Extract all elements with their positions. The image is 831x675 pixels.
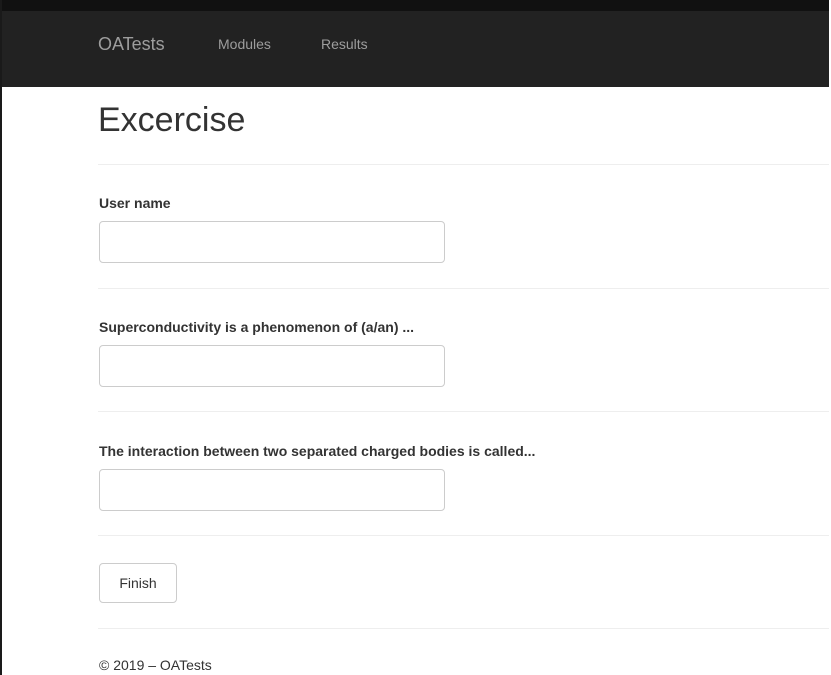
question-2-answer-input[interactable] — [99, 469, 445, 511]
question-1-answer-input[interactable] — [99, 345, 445, 387]
footer-copyright: © 2019 – OATests — [99, 657, 212, 673]
divider — [98, 288, 829, 289]
finish-button[interactable]: Finish — [99, 563, 177, 603]
navbar-brand-link[interactable]: OATests — [98, 32, 165, 56]
navbar: OATests Modules Results — [2, 0, 829, 87]
nav-link-modules[interactable]: Modules — [218, 35, 271, 53]
divider — [98, 164, 829, 165]
user-name-label: User name — [99, 195, 171, 211]
user-name-input[interactable] — [99, 221, 445, 263]
page-title: Excercise — [98, 101, 246, 139]
divider — [98, 535, 829, 536]
question-2-label: The interaction between two separated ch… — [99, 443, 536, 459]
divider — [98, 411, 829, 412]
nav-link-results[interactable]: Results — [321, 35, 368, 53]
browser-frame: OATests Modules Results Excercise User n… — [0, 0, 829, 675]
question-1-label: Superconductivity is a phenomenon of (a/… — [99, 319, 415, 335]
divider — [98, 628, 829, 629]
